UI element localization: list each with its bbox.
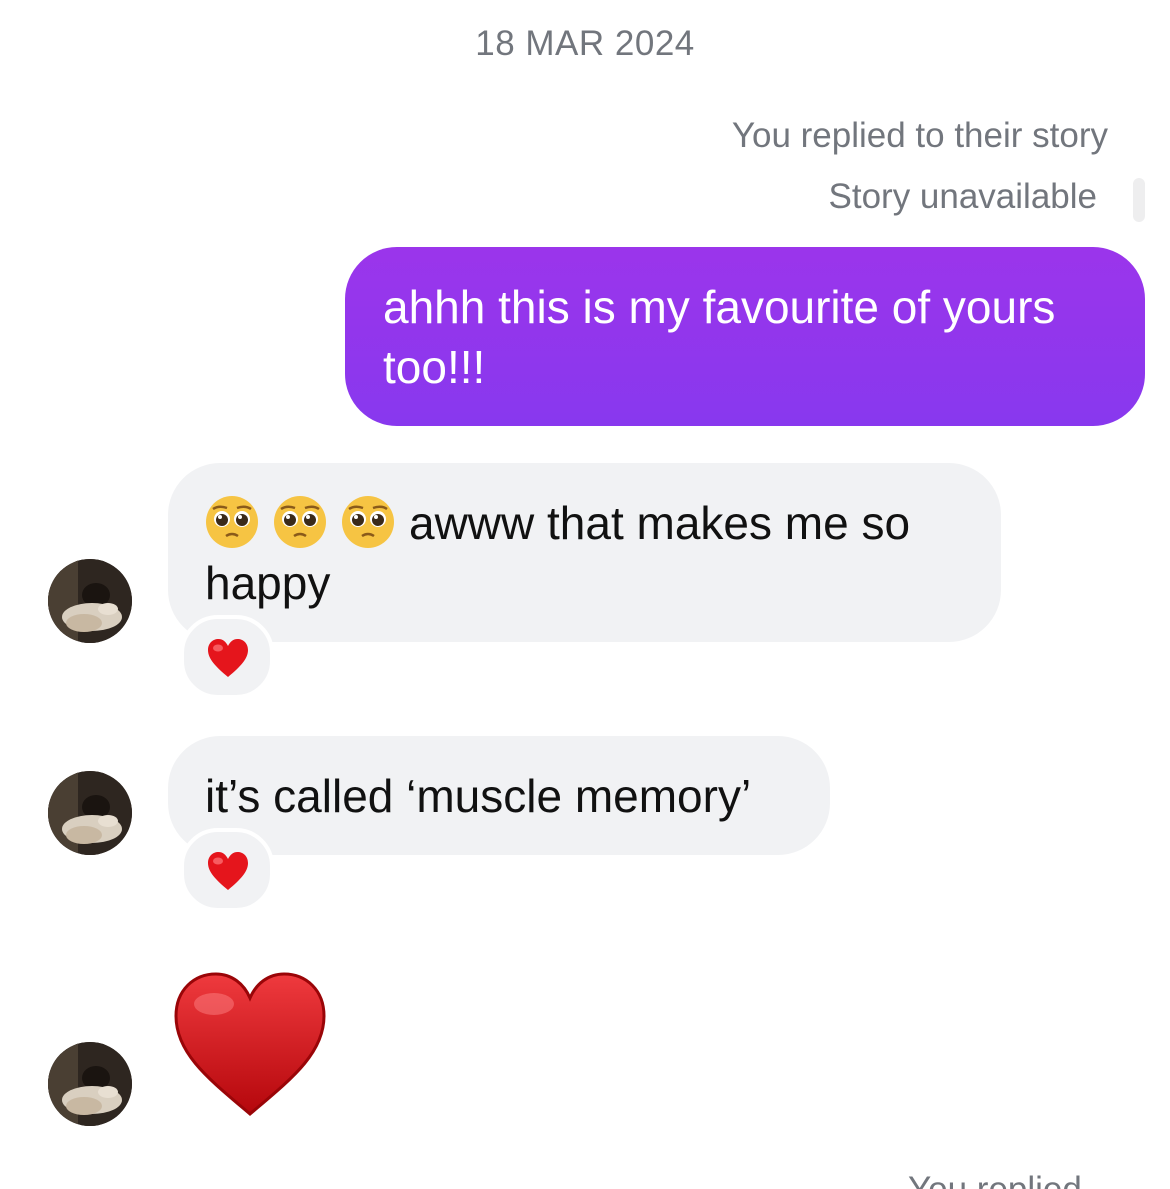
red-heart-icon: [174, 972, 326, 1116]
message-reaction[interactable]: [180, 615, 274, 699]
red-heart-icon: [208, 639, 248, 677]
message-text: ahhh this is my favourite of yours too!!…: [383, 281, 1056, 393]
message-thread: 18 MAR 2024 You replied to their story S…: [0, 0, 1170, 1189]
contact-avatar[interactable]: [48, 771, 132, 855]
incoming-message-bubble[interactable]: it’s called ‘muscle memory’: [168, 736, 830, 855]
story-reply-indicator: [1133, 178, 1145, 222]
pleading-face-emoji-icon: [273, 495, 327, 549]
heart-sticker-message[interactable]: [172, 970, 328, 1123]
outgoing-message-bubble[interactable]: ahhh this is my favourite of yours too!!…: [345, 247, 1145, 426]
pleading-face-emoji-icon: [205, 495, 259, 549]
pleading-face-emoji-icon: [341, 495, 395, 549]
story-reply-caption: You replied: [908, 1170, 1082, 1189]
contact-avatar[interactable]: [48, 1042, 132, 1126]
contact-avatar[interactable]: [48, 559, 132, 643]
message-reaction[interactable]: [180, 828, 274, 912]
incoming-message-bubble[interactable]: awww that makes me so happy: [168, 463, 1001, 642]
story-unavailable-label[interactable]: Story unavailable: [829, 177, 1098, 217]
red-heart-icon: [208, 852, 248, 890]
date-separator: 18 MAR 2024: [475, 24, 695, 63]
message-text: it’s called ‘muscle memory’: [205, 770, 752, 822]
story-reply-caption: You replied to their story: [731, 116, 1108, 155]
